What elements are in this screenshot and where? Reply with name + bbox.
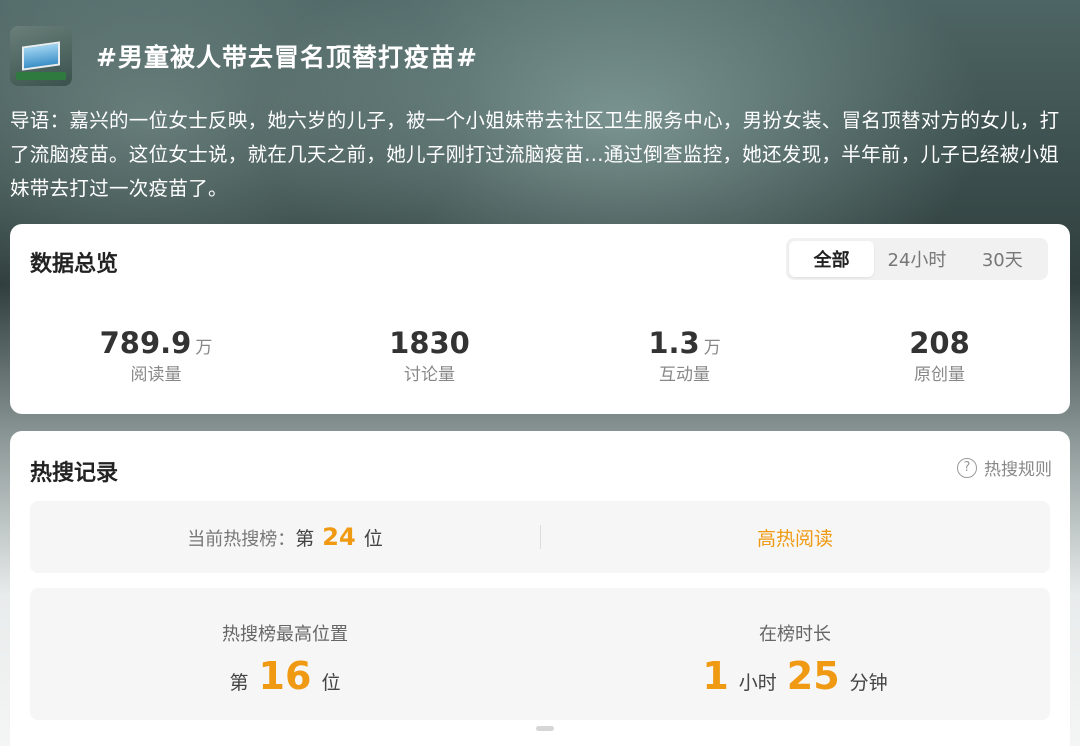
duration-hours-unit: 小时 [738, 672, 777, 694]
current-rank-label: 当前热搜榜： [187, 529, 296, 550]
data-overview-card: 数据总览 全部 24小时 30天 789.9 万 阅读量 1830 讨论量 1.3… [10, 224, 1070, 414]
time-range-segmented-control: 全部 24小时 30天 [786, 238, 1048, 280]
stat-interactions-unit: 万 [703, 338, 721, 358]
data-overview-title: 数据总览 [30, 252, 119, 277]
peak-rank-value: 第 16 位 [30, 654, 540, 698]
current-rank: 当前热搜榜：第 24 位 [30, 523, 540, 551]
stat-interactions-value: 1.3 [648, 326, 700, 360]
topic-lead-text: 导语：嘉兴的一位女士反映，她六岁的儿子，被一个小姐妹带去社区卫生服务中心，男扮女… [10, 109, 1060, 200]
stats-row: 789.9 万 阅读量 1830 讨论量 1.3 万 互动量 208 原创量 [10, 326, 1070, 385]
current-rank-prefix: 第 [295, 528, 315, 550]
stat-reads-label: 阅读量 [130, 365, 182, 385]
on-list-duration-value: 1 小时 25 分钟 [540, 654, 1050, 698]
tab-all[interactable]: 全部 [789, 241, 875, 277]
duration-hours-number: 1 [702, 654, 729, 698]
on-list-duration: 在榜时长 1 小时 25 分钟 [540, 588, 1050, 720]
duration-minutes-number: 25 [786, 654, 840, 698]
bar-graphic [16, 72, 66, 80]
peak-rank-prefix: 第 [229, 672, 249, 694]
peak-rank-suffix: 位 [321, 672, 341, 694]
scroll-indicator [536, 726, 554, 731]
screen-graphic [22, 41, 60, 71]
hot-search-rules-link[interactable]: ? 热搜规则 [957, 455, 1052, 480]
current-rank-number: 24 [322, 523, 356, 551]
stat-discussions-label: 讨论量 [404, 365, 455, 385]
question-circle-icon: ? [957, 457, 977, 478]
stat-discussions-value: 1830 [389, 326, 470, 360]
stat-originals-value: 208 [909, 326, 970, 360]
on-list-duration-label: 在榜时长 [759, 624, 831, 645]
stat-reads-value: 789.9 [99, 326, 192, 360]
stat-reads: 789.9 万 阅读量 [10, 326, 302, 385]
topic-thumbnail[interactable] [10, 26, 72, 86]
hot-search-record-card: 热搜记录 ? 热搜规则 当前热搜榜：第 24 位 高热阅读 热搜榜最高位置 第 16… [10, 431, 1070, 746]
stat-originals-label: 原创量 [914, 365, 965, 385]
stat-reads-unit: 万 [195, 338, 213, 358]
duration-minutes-unit: 分钟 [849, 672, 888, 694]
hot-reading-link[interactable]: 高热阅读 [757, 528, 833, 550]
hot-search-record-title: 热搜记录 [30, 461, 119, 486]
tab-30-days[interactable]: 30天 [960, 241, 1045, 277]
stat-interactions: 1.3 万 互动量 [557, 326, 812, 385]
hot-reading-cell: 高热阅读 [540, 524, 1050, 551]
topic-title: #男童被人带去冒名顶替打疫苗# [96, 43, 478, 72]
stat-interactions-label: 互动量 [659, 365, 710, 385]
rank-stats-row: 热搜榜最高位置 第 16 位 在榜时长 1 小时 25 分钟 [30, 588, 1050, 720]
stat-discussions: 1830 讨论量 [302, 326, 557, 385]
tab-24-hours[interactable]: 24小时 [874, 241, 959, 277]
topic-header: #男童被人带去冒名顶替打疫苗# [10, 26, 478, 86]
peak-rank-label: 热搜榜最高位置 [222, 624, 348, 645]
peak-rank-number: 16 [258, 654, 312, 698]
peak-rank: 热搜榜最高位置 第 16 位 [30, 588, 540, 720]
current-rank-row: 当前热搜榜：第 24 位 高热阅读 [30, 501, 1050, 573]
stat-originals: 208 原创量 [812, 326, 1067, 385]
hot-search-rules-label: 热搜规则 [984, 460, 1052, 480]
row-divider [540, 525, 541, 549]
current-rank-suffix: 位 [363, 528, 383, 550]
